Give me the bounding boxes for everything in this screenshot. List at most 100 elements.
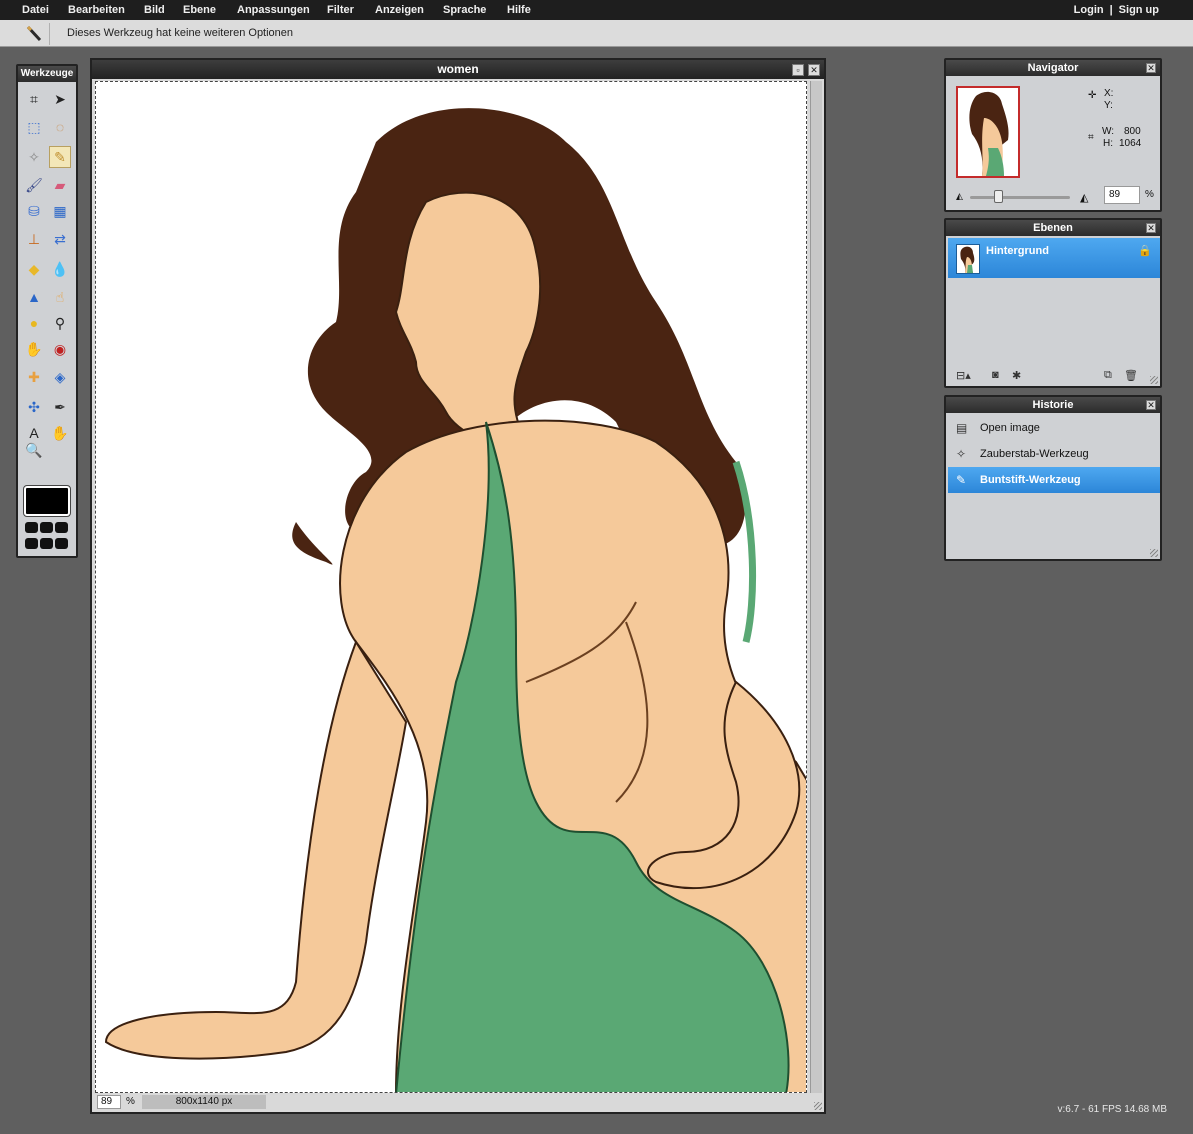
gradient-icon[interactable]: ▦ bbox=[49, 200, 71, 222]
bloat-icon[interactable]: ◈ bbox=[49, 366, 71, 388]
slider-thumb[interactable] bbox=[994, 190, 1003, 203]
marquee-icon[interactable]: ⬚ bbox=[23, 116, 45, 138]
maximize-icon[interactable]: ▫ bbox=[792, 64, 804, 76]
layer-row[interactable]: Hintergrund 🔒 bbox=[948, 238, 1160, 278]
dimensions-icon: ⌗ bbox=[1088, 132, 1094, 143]
navigator-zoom-unit: % bbox=[1145, 189, 1154, 200]
navigator-panel: Navigator ✕ ✛ X: Y: ⌗ W: 800 H: 1064 ◭ ◭ … bbox=[944, 58, 1162, 212]
layer-style-icon[interactable]: ✱ bbox=[1012, 369, 1021, 382]
slider-track bbox=[970, 196, 1070, 199]
resize-grip-icon[interactable] bbox=[1150, 376, 1158, 384]
zoom-icon[interactable]: 🔍 bbox=[23, 439, 45, 461]
eyedropper-icon[interactable]: ✒ bbox=[49, 396, 71, 418]
login-link[interactable]: Login bbox=[1074, 4, 1104, 16]
zoom-input[interactable]: 89 bbox=[97, 1095, 121, 1109]
menu-hilfe[interactable]: Hilfe bbox=[507, 4, 531, 16]
history-title-text: Historie bbox=[1032, 399, 1074, 411]
image-window-title: women bbox=[92, 60, 824, 79]
toolbox-panel: Werkzeuge ⌗ ➤ ⬚ ◌ ✧ ✎ 🖌 ▰ ⛁ ▦ ⊥ ⇄ ◆ 💧 ▲ ☝ ● ⚲ ✋ ◉ ✚ ◈ ✣ ✒ A ✋ 🔍 bbox=[16, 64, 78, 558]
close-icon[interactable]: ✕ bbox=[1146, 400, 1156, 410]
menu-sprache[interactable]: Sprache bbox=[443, 4, 486, 16]
vertical-scrollbar[interactable] bbox=[810, 81, 822, 1093]
navigator-zoom-input[interactable]: 89 bbox=[1104, 186, 1140, 204]
close-icon[interactable]: ✕ bbox=[1146, 63, 1156, 73]
navigator-thumbnail[interactable] bbox=[956, 86, 1020, 178]
smudge-icon[interactable]: ☝ bbox=[49, 286, 71, 308]
history-item-label: Buntstift-Werkzeug bbox=[980, 474, 1081, 486]
color-replace-icon[interactable]: ⇄ bbox=[49, 228, 71, 250]
pencil-icon: ✎ bbox=[956, 473, 967, 487]
menu-anzeigen[interactable]: Anzeigen bbox=[375, 4, 424, 16]
image-dimensions: 800x1140 px bbox=[142, 1095, 266, 1109]
history-item-magic-wand[interactable]: ✧ Zauberstab-Werkzeug bbox=[948, 441, 1160, 467]
burn-icon[interactable]: ✋ bbox=[23, 338, 45, 360]
pencil-icon bbox=[20, 23, 50, 45]
swatch-dot[interactable] bbox=[40, 538, 53, 549]
eraser-icon[interactable]: ▰ bbox=[49, 174, 71, 196]
navigator-zoom-slider[interactable]: ◭ ◭ bbox=[956, 188, 1096, 208]
lasso-icon[interactable]: ◌ bbox=[49, 116, 71, 138]
close-icon[interactable]: ✕ bbox=[808, 64, 820, 76]
menu-filter[interactable]: Filter bbox=[327, 4, 354, 16]
delete-layer-icon[interactable]: 🗑 bbox=[1124, 369, 1138, 382]
document-icon: ▤ bbox=[956, 421, 968, 435]
layer-settings-icon[interactable]: ⊟▴ bbox=[956, 369, 971, 382]
navigator-title: Navigator ✕ bbox=[946, 60, 1160, 76]
layer-mask-icon[interactable]: ◙ bbox=[992, 369, 999, 381]
layer-thumbnail bbox=[956, 244, 980, 274]
menu-datei[interactable]: Datei bbox=[22, 4, 49, 16]
magic-wand-icon[interactable]: ✧ bbox=[23, 146, 45, 168]
menu-bild[interactable]: Bild bbox=[144, 4, 165, 16]
swatch-dot[interactable] bbox=[25, 538, 38, 549]
menu-ebene[interactable]: Ebene bbox=[183, 4, 216, 16]
zoom-in-icon[interactable]: ◭ bbox=[1080, 191, 1088, 204]
hand-icon[interactable]: ✋ bbox=[49, 422, 71, 444]
close-icon[interactable]: ✕ bbox=[1146, 223, 1156, 233]
auth-separator: | bbox=[1109, 4, 1113, 16]
menu-bar: Datei Bearbeiten Bild Ebene Anpassungen … bbox=[0, 0, 1193, 20]
foreground-color-swatch[interactable] bbox=[23, 485, 71, 517]
resize-grip-icon[interactable] bbox=[1150, 549, 1158, 557]
history-item-open-image[interactable]: ▤ Open image bbox=[948, 415, 1160, 441]
image-canvas[interactable] bbox=[95, 81, 807, 1093]
clone-stamp-icon[interactable]: ⊥ bbox=[23, 228, 45, 250]
lock-icon[interactable]: 🔒 bbox=[1138, 244, 1152, 257]
toolbox-title: Werkzeuge bbox=[18, 66, 76, 82]
illustration-image bbox=[104, 108, 806, 1092]
menu-anpassungen[interactable]: Anpassungen bbox=[237, 4, 310, 16]
nav-w-label: W: bbox=[1102, 126, 1115, 137]
image-window: women ▫ ✕ 89 % 800x1140 px bbox=[90, 58, 826, 1114]
menu-bearbeiten[interactable]: Bearbeiten bbox=[68, 4, 125, 16]
swatch-dot[interactable] bbox=[25, 522, 38, 533]
history-item-pencil[interactable]: ✎ Buntstift-Werkzeug bbox=[948, 467, 1160, 493]
swatch-dot[interactable] bbox=[55, 522, 68, 533]
magic-wand-icon: ✧ bbox=[956, 447, 967, 461]
drawing-icon[interactable]: ◆ bbox=[23, 258, 45, 280]
spot-heal-icon[interactable]: ✚ bbox=[23, 366, 45, 388]
pinch-icon[interactable]: ✣ bbox=[23, 396, 45, 418]
auth-links: Login | Sign up bbox=[1074, 4, 1159, 16]
layers-footer: ⊟▴ ◙ ✱ ⧉ 🗑 bbox=[948, 368, 1160, 384]
move-icon[interactable]: ➤ bbox=[49, 88, 71, 110]
bucket-icon[interactable]: ⛁ bbox=[23, 200, 45, 222]
swatch-dot[interactable] bbox=[40, 522, 53, 533]
zoom-out-icon[interactable]: ◭ bbox=[956, 191, 963, 202]
sponge-icon[interactable]: ● bbox=[23, 312, 45, 334]
layer-name: Hintergrund bbox=[986, 245, 1049, 257]
blur-icon[interactable]: 💧 bbox=[49, 258, 71, 280]
dodge-icon[interactable]: ⚲ bbox=[49, 312, 71, 334]
resize-grip-icon[interactable] bbox=[814, 1102, 822, 1110]
red-eye-icon[interactable]: ◉ bbox=[49, 338, 71, 360]
nav-h-value: 1064 bbox=[1119, 138, 1142, 149]
brush-icon[interactable]: 🖌 bbox=[23, 174, 45, 196]
pencil-icon[interactable]: ✎ bbox=[49, 146, 71, 168]
swatch-dot[interactable] bbox=[55, 538, 68, 549]
nav-w-value: 800 bbox=[1124, 126, 1141, 137]
nav-x-label: X: bbox=[1104, 88, 1114, 99]
image-status-bar: 89 % 800x1140 px bbox=[95, 1094, 823, 1110]
tool-options-bar: Dieses Werkzeug hat keine weiteren Optio… bbox=[0, 20, 1193, 47]
new-layer-icon[interactable]: ⧉ bbox=[1104, 369, 1112, 382]
crop-icon[interactable]: ⌗ bbox=[23, 88, 45, 110]
sharpen-icon[interactable]: ▲ bbox=[23, 286, 45, 308]
signup-link[interactable]: Sign up bbox=[1119, 4, 1159, 16]
